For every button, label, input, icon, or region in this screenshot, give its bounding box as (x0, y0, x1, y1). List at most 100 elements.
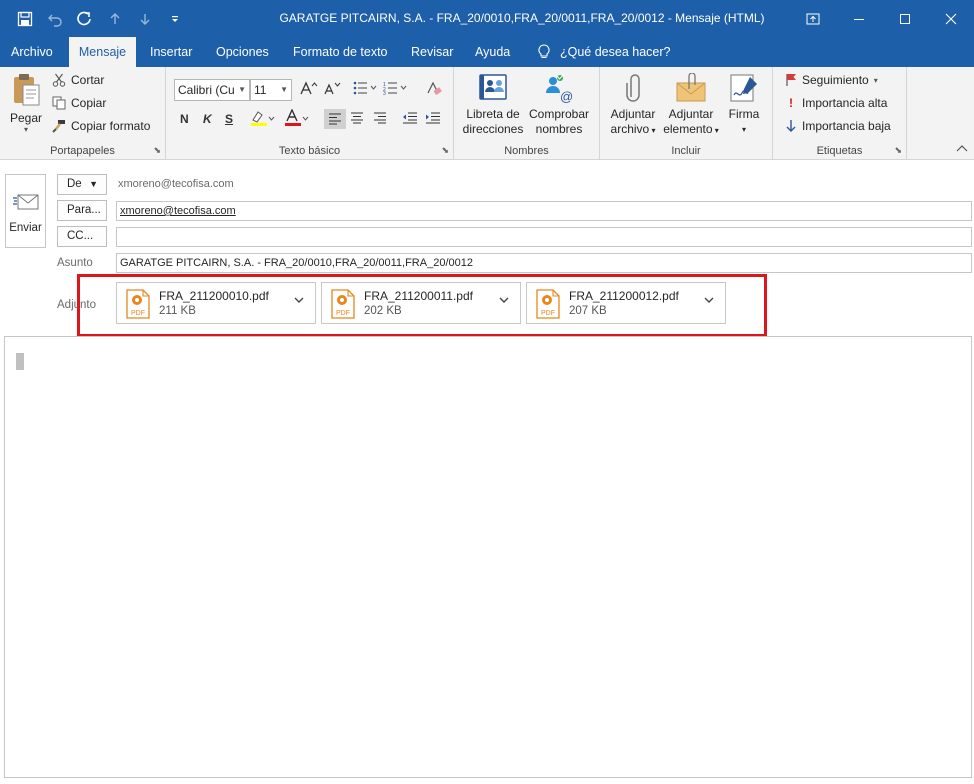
highlight-icon (251, 111, 275, 126)
align-center-icon (351, 112, 363, 124)
copy-icon (52, 96, 66, 110)
font-name-dropdown-icon: ▼ (238, 85, 246, 94)
send-button[interactable]: Enviar (5, 174, 46, 248)
high-importance-button[interactable]: ! Importancia alta (785, 96, 887, 110)
font-size-combo[interactable]: 11 ▼ (250, 79, 292, 101)
group-etiquetas: Seguimiento ▾ ! Importancia alta Importa… (773, 67, 907, 160)
tab-ayuda[interactable]: Ayuda (467, 37, 518, 67)
address-book-button[interactable]: Libreta de direcciones (460, 73, 526, 137)
group-incluir: Adjuntar archivo ▾ Adjuntar elemento ▾ F… (600, 67, 773, 160)
svg-text:3: 3 (383, 91, 386, 95)
format-painter-label: Copiar formato (71, 119, 151, 133)
paste-icon (14, 74, 40, 106)
align-right-button[interactable] (373, 112, 387, 124)
increase-font-icon (300, 81, 318, 95)
texto-basico-launcher-icon[interactable]: ⬊ (441, 145, 449, 156)
font-size-dropdown-icon: ▼ (280, 85, 288, 94)
attach-item-button[interactable]: Adjuntar elemento ▾ (662, 72, 720, 138)
from-value: xmoreno@tecofisa.com (118, 178, 234, 190)
increase-indent-button[interactable] (425, 112, 441, 124)
title-bar: GARATGE PITCAIRN, S.A. - FRA_20/0010,FRA… (0, 0, 974, 37)
from-dropdown-icon: ▼ (89, 179, 98, 189)
tab-revisar[interactable]: Revisar (403, 37, 461, 67)
high-importance-label: Importancia alta (802, 96, 888, 110)
envelope-attach-icon (676, 72, 706, 102)
underline-button[interactable]: S (225, 112, 233, 126)
align-center-button[interactable] (350, 112, 364, 124)
address-book-icon (479, 74, 507, 100)
to-button[interactable]: Para... (57, 200, 107, 221)
message-body[interactable] (4, 336, 972, 778)
tab-archivo[interactable]: Archivo (3, 37, 61, 67)
etiquetas-launcher-icon[interactable]: ⬊ (894, 145, 902, 156)
tab-opciones[interactable]: Opciones (208, 37, 277, 67)
window-controls (790, 0, 974, 37)
attach-file-label-1: Adjuntar (610, 107, 656, 121)
ribbon-display-options-icon[interactable] (790, 0, 836, 37)
send-icon (12, 194, 38, 210)
decrease-font-button[interactable] (324, 81, 342, 95)
font-color-button[interactable] (284, 109, 310, 127)
exclamation-icon: ! (789, 96, 793, 110)
decrease-font-icon (324, 82, 341, 95)
attach-item-dropdown-icon: ▾ (712, 126, 719, 135)
decrease-indent-icon (403, 112, 417, 124)
attachments-highlight-box (77, 274, 767, 337)
signature-dropdown-icon: ▾ (741, 125, 746, 134)
bullets-button[interactable] (353, 81, 379, 95)
attach-item-label-1: Adjuntar (668, 107, 714, 121)
format-painter-icon (52, 120, 65, 133)
cut-button[interactable]: Cortar (52, 73, 104, 87)
decrease-indent-button[interactable] (402, 112, 418, 124)
increase-font-button[interactable] (300, 81, 318, 95)
format-painter-button[interactable]: Copiar formato (52, 119, 150, 133)
clear-formatting-button[interactable] (426, 80, 442, 96)
highlight-color-button[interactable] (250, 109, 276, 127)
cc-button[interactable]: CC... (57, 226, 107, 247)
address-book-label-1: Libreta de (466, 107, 520, 121)
portapapeles-launcher-icon[interactable]: ⬊ (153, 145, 161, 156)
paste-button[interactable]: Pegar ▾ (6, 73, 46, 134)
paste-dropdown-icon: ▾ (23, 125, 28, 134)
increase-indent-icon (426, 112, 440, 124)
close-icon[interactable] (928, 0, 974, 37)
to-recipient[interactable]: xmoreno@tecofisa.com (120, 205, 236, 217)
align-left-icon (329, 113, 341, 125)
maximize-icon[interactable] (882, 0, 928, 37)
nombres-group-label: Nombres (504, 145, 549, 157)
copy-button[interactable]: Copiar (52, 96, 106, 110)
etiquetas-group-label: Etiquetas (816, 145, 863, 157)
subject-field[interactable]: GARATGE PITCAIRN, S.A. - FRA_20/0010,FRA… (116, 253, 972, 273)
paperclip-icon (626, 74, 640, 102)
tab-mensaje[interactable]: Mensaje (69, 37, 136, 67)
tell-me-box[interactable]: ¿Qué desea hacer? (538, 37, 671, 67)
font-name-combo[interactable]: Calibri (Cu ▼ (174, 79, 250, 101)
ribbon-tabs: Archivo Mensaje Insertar Opciones Format… (0, 37, 974, 67)
bold-button[interactable]: N (180, 112, 189, 126)
attach-file-button[interactable]: Adjuntar archivo ▾ (604, 73, 662, 138)
copy-label: Copiar (71, 96, 107, 110)
tab-formato-de-texto[interactable]: Formato de texto (285, 37, 396, 67)
minimize-icon[interactable] (836, 0, 882, 37)
collapse-ribbon-icon[interactable] (956, 144, 968, 155)
to-field[interactable]: xmoreno@tecofisa.com (116, 201, 972, 221)
align-left-button[interactable] (324, 109, 346, 129)
signature-label: Firma (728, 107, 760, 121)
tab-insertar[interactable]: Insertar (142, 37, 200, 67)
cc-field[interactable] (116, 227, 972, 247)
follow-up-button[interactable]: Seguimiento ▾ (785, 73, 878, 87)
signature-button[interactable]: Firma ▾ (722, 73, 766, 137)
numbering-button[interactable]: 123 (383, 81, 409, 95)
low-importance-label: Importancia baja (802, 119, 891, 133)
bullets-icon (353, 81, 377, 95)
numbering-icon: 123 (383, 82, 407, 95)
italic-button[interactable]: K (203, 112, 212, 126)
low-importance-button[interactable]: Importancia baja (785, 119, 891, 133)
check-names-icon: @ (546, 73, 573, 104)
check-names-button[interactable]: @ Comprobar nombres (526, 73, 592, 137)
from-button[interactable]: De ▼ (57, 174, 107, 195)
signature-icon (730, 74, 757, 102)
follow-up-label: Seguimiento (802, 73, 869, 87)
cut-label: Cortar (71, 73, 105, 87)
check-names-label-2: nombres (535, 122, 583, 136)
